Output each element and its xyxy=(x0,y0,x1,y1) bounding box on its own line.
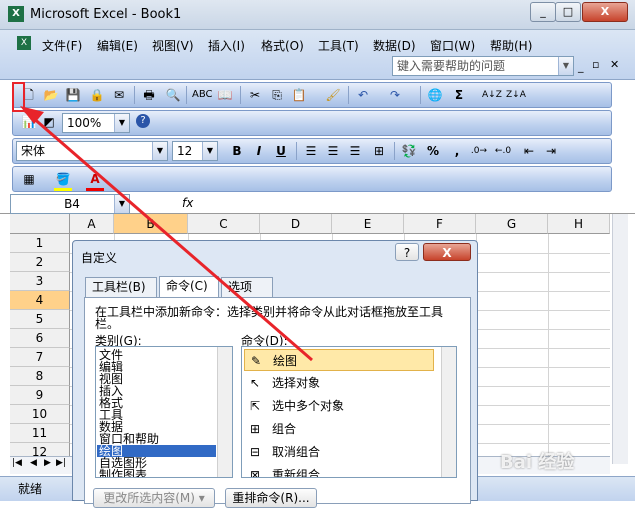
baidu-watermark: Bai 经验 xyxy=(500,452,575,473)
annotation-arrow xyxy=(20,106,313,362)
